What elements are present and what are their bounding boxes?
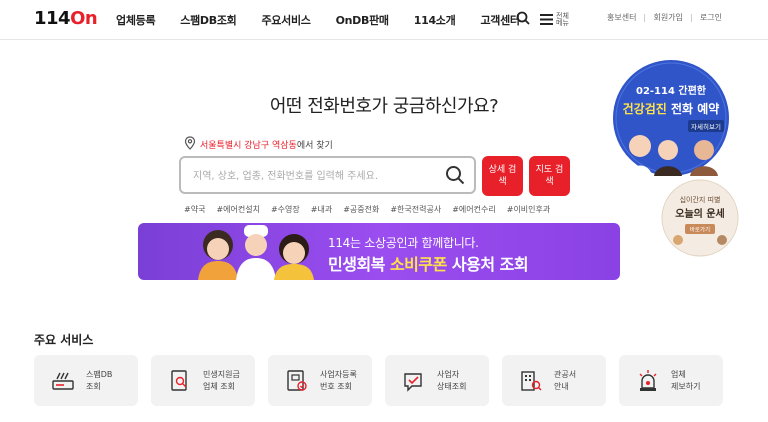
location-pin-icon [184, 136, 196, 153]
banner-line2: 민생회복 소비쿠폰 사용처 조회 [328, 251, 529, 275]
banner-line2-c: 사용처 조회 [446, 255, 529, 274]
badge1-more: 자세히보기 [691, 122, 721, 131]
map-search-button[interactable]: 지도 검색 [529, 156, 570, 196]
service-report-company[interactable]: 업체제보하기 [619, 355, 723, 406]
service-spam-db[interactable]: 스팸DB 조회 [34, 355, 138, 406]
service-label-2: 번호 조회 [320, 381, 352, 391]
location-name[interactable]: 서울특별시 강남구 역삼동 [200, 138, 297, 151]
logo-number: 114 [34, 8, 71, 29]
registration-icon [284, 368, 310, 394]
search-button[interactable] [444, 164, 466, 186]
badge1-main-highlight: 건강검진 [623, 101, 667, 116]
logo[interactable]: 114On [34, 8, 98, 29]
nav-item-customer-center[interactable]: 고객센터 [480, 12, 520, 28]
service-business-status[interactable]: 사업자상태조회 [385, 355, 489, 406]
service-label-2: 안내 [554, 381, 569, 391]
tag-item[interactable]: #내과 [311, 204, 332, 215]
tag-item[interactable]: #약국 [184, 204, 205, 215]
banner-line2-highlight: 소비쿠폰 [389, 255, 447, 274]
main-nav: 업체등록 스팸DB조회 주요서비스 OnDB판매 114소개 고객센터 [116, 0, 545, 40]
service-label-1: 업체 [671, 369, 686, 379]
building-icon [518, 368, 544, 394]
detail-search-button[interactable]: 상세 검색 [482, 156, 523, 196]
badge1-main: 건강검진 전화 예약 [623, 101, 720, 116]
tag-item[interactable]: #이비인후과 [507, 204, 551, 215]
badge1-main-rest: 전화 예약 [667, 101, 720, 116]
hamburger-icon [540, 10, 553, 29]
search-box [179, 156, 476, 194]
promo-center-link[interactable]: 홍보센터 [607, 12, 636, 23]
divider [690, 13, 692, 22]
service-label-2: 상태조회 [437, 381, 467, 391]
location-selector[interactable]: 서울특별시 강남구 역삼동 에서 찾기 [184, 136, 333, 153]
service-label-1: 민생지원금 [203, 369, 240, 379]
promo-banner[interactable]: 114는 소상공인과 함께합니다. 민생회복 소비쿠폰 사용처 조회 [138, 223, 620, 280]
location-suffix: 에서 찾기 [296, 141, 333, 151]
badge2-more: 바로가기 [690, 226, 710, 234]
login-link[interactable]: 로그인 [700, 12, 722, 23]
service-label-2: 제보하기 [671, 381, 701, 391]
nav-item-spam-db[interactable]: 스팸DB조회 [180, 12, 237, 28]
nav-item-ondb-sale[interactable]: OnDB판매 [336, 12, 389, 28]
services-title: 주요 서비스 [34, 333, 94, 347]
services-list: 스팸DB 조회 민생지원금 업체 조회 사업자등록 번호 조회 사업자 상태조회 관공서… [34, 355, 736, 406]
nav-item-company-register[interactable]: 업체등록 [116, 12, 156, 28]
badge1-top: 02-114 간편한 [636, 84, 707, 97]
nav-item-main-services[interactable]: 주요서비스 [261, 12, 310, 28]
service-label-1: 스팸DB [86, 369, 113, 379]
tag-item[interactable]: #에어컨수리 [452, 204, 496, 215]
health-checkup-badge[interactable]: 02-114 간편한 건강검진 전화 예약 자세히보기 [606, 60, 737, 180]
menu-all-label: 전체 메뉴 [556, 11, 569, 27]
popular-tags: #약국 #에어컨설치 #수영장 #내과 #공중전화 #한국전력공사 #에어컨수리… [184, 204, 561, 215]
spam-db-icon [50, 368, 76, 394]
search-icon[interactable] [516, 10, 530, 29]
search-icon [446, 166, 465, 185]
service-business-registration[interactable]: 사업자등록번호 조회 [268, 355, 372, 406]
tag-item[interactable]: #에어컨설치 [216, 204, 260, 215]
logo-on: On [70, 8, 98, 29]
all-menu-button[interactable]: 전체 메뉴 [540, 10, 570, 29]
badge2-main: 오늘의 운세 [675, 207, 724, 220]
service-label-2: 업체 조회 [203, 381, 235, 391]
tag-item[interactable]: #공중전화 [343, 204, 379, 215]
banner-line1: 114는 소상공인과 함께합니다. [328, 236, 479, 250]
report-siren-icon [635, 368, 661, 394]
document-search-icon [167, 368, 193, 394]
service-public-office[interactable]: 관공서안내 [502, 355, 606, 406]
header-icons: 전체 메뉴 [516, 10, 570, 29]
service-label-1: 관공서 [554, 369, 577, 379]
service-label-1: 사업자 [437, 369, 460, 379]
util-links: 홍보센터 회원가입 로그인 [607, 12, 722, 23]
nav-item-about-114[interactable]: 114소개 [414, 12, 456, 28]
divider [644, 13, 646, 22]
tag-item[interactable]: #수영장 [271, 204, 300, 215]
service-label-1: 사업자등록 [320, 369, 357, 379]
top-header: 114On 업체등록 스팸DB조회 주요서비스 OnDB판매 114소개 고객센… [0, 0, 768, 40]
status-check-icon [401, 368, 427, 394]
service-relief-fund[interactable]: 민생지원금업체 조회 [151, 355, 255, 406]
tag-item[interactable]: #한국전력공사 [390, 204, 441, 215]
banner-people-illustration [198, 225, 314, 280]
service-label-2: 조회 [86, 381, 101, 391]
fortune-badge[interactable]: 십이간지 띠별 오늘의 운세 바로가기 [660, 178, 740, 258]
search-input[interactable] [193, 167, 433, 185]
badge2-top: 십이간지 띠별 [680, 195, 721, 204]
signup-link[interactable]: 회원가입 [653, 12, 682, 23]
banner-line2-a: 민생회복 [328, 255, 390, 274]
